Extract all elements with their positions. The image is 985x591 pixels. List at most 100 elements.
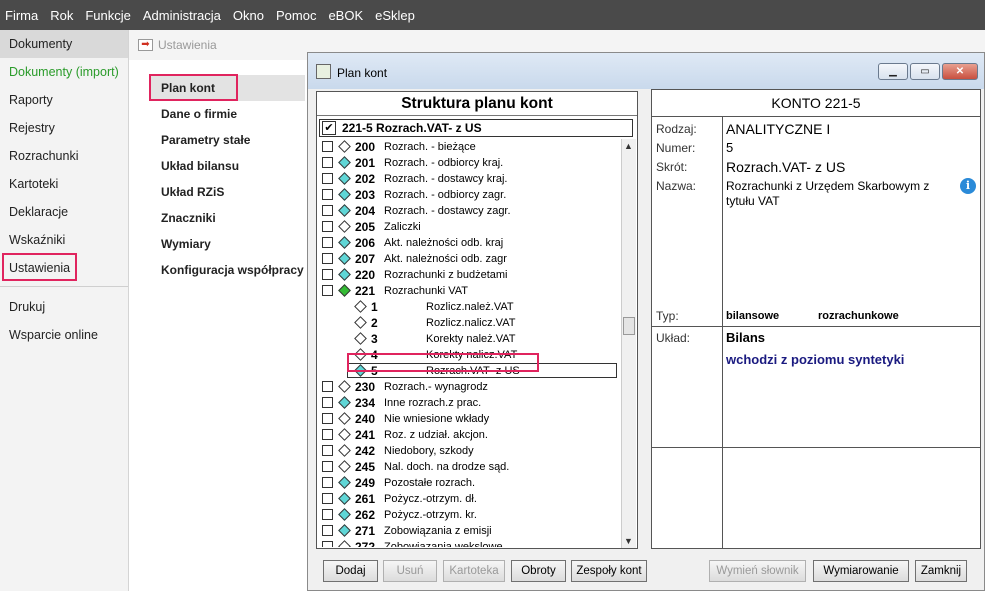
sidebar-item-wskazniki[interactable]: Wskaźniki: [0, 226, 128, 254]
account-name: Akt. należności odb. zagr: [384, 253, 507, 265]
tree-row[interactable]: 230 Rozrach.- wynagrodz: [317, 379, 621, 395]
tree-row[interactable]: 200 Rozrach. - bieżące: [317, 139, 621, 155]
tree-row[interactable]: 202 Rozrach. - dostawcy kraj.: [317, 171, 621, 187]
sidebar-item-wsparcie-online[interactable]: Wsparcie online: [0, 321, 128, 349]
tree-row[interactable]: 207 Akt. należności odb. zagr: [317, 251, 621, 267]
row-checkbox[interactable]: [322, 525, 333, 536]
tree-row[interactable]: 271 Zobowiązania z emisji: [317, 523, 621, 539]
nazwa-label: Nazwa:: [656, 179, 697, 193]
tree-row[interactable]: 240 Nie wniesione wkłady: [317, 411, 621, 427]
dodaj-button[interactable]: Dodaj: [323, 560, 378, 582]
tree-row[interactable]: 206 Akt. należności odb. kraj: [317, 235, 621, 251]
row-checkbox[interactable]: [322, 541, 333, 547]
sidebar-item-dokumenty-import[interactable]: Dokumenty (import): [0, 58, 128, 86]
settings-item-uklad-rzis[interactable]: Układ RZiS: [161, 185, 224, 199]
menu-okno[interactable]: Okno: [227, 8, 270, 23]
menu-esklep[interactable]: eSklep: [369, 8, 421, 23]
settings-item-wymiary[interactable]: Wymiary: [161, 237, 211, 251]
checkmark-icon: ✔: [322, 121, 336, 135]
row-checkbox[interactable]: [322, 205, 333, 216]
minimize-button[interactable]: ▁: [878, 63, 908, 80]
row-checkbox[interactable]: [322, 173, 333, 184]
typ-rozrachunkowe: rozrachunkowe: [818, 310, 899, 322]
sidebar-item-raporty[interactable]: Raporty: [0, 86, 128, 114]
tree-row[interactable]: 249 Pozostałe rozrach.: [317, 475, 621, 491]
row-checkbox[interactable]: [322, 477, 333, 488]
row-checkbox[interactable]: [322, 445, 333, 456]
account-node-icon: [338, 428, 351, 441]
row-checkbox[interactable]: [322, 253, 333, 264]
tree-row[interactable]: 3 Korekty należ.VAT: [317, 331, 621, 347]
tree-row[interactable]: 203 Rozrach. - odbiorcy zagr.: [317, 187, 621, 203]
tree-row[interactable]: 245 Nal. doch. na drodze sąd.: [317, 459, 621, 475]
scroll-thumb[interactable]: [623, 317, 635, 335]
settings-item-znaczniki[interactable]: Znaczniki: [161, 211, 216, 225]
tree-row[interactable]: 2 Rozlicz.nalicz.VAT: [317, 315, 621, 331]
menu-firma[interactable]: Firma: [0, 8, 44, 23]
row-checkbox[interactable]: [322, 141, 333, 152]
account-number: 271: [355, 524, 376, 538]
settings-item-konfiguracja[interactable]: Konfiguracja współpracy: [161, 263, 304, 277]
zespoly-kont-button[interactable]: Zespoły kont: [571, 560, 647, 582]
tree-row[interactable]: 205 Zaliczki: [317, 219, 621, 235]
sidebar-item-kartoteki[interactable]: Kartoteki: [0, 170, 128, 198]
tree-row[interactable]: 221 Rozrachunki VAT: [317, 283, 621, 299]
tree-row[interactable]: 234 Inne rozrach.z prac.: [317, 395, 621, 411]
account-number: 241: [355, 428, 376, 442]
settings-item-dane-o-firmie[interactable]: Dane o firmie: [161, 107, 237, 121]
usun-button[interactable]: Usuń: [383, 560, 437, 582]
uklad-value: Bilans: [726, 330, 766, 345]
info-icon[interactable]: i: [960, 178, 976, 194]
row-checkbox[interactable]: [322, 157, 333, 168]
row-checkbox[interactable]: [322, 269, 333, 280]
close-button[interactable]: ✕: [942, 63, 978, 80]
menu-rok[interactable]: Rok: [44, 8, 79, 23]
menu-pomoc[interactable]: Pomoc: [270, 8, 322, 23]
sidebar-item-dokumenty[interactable]: Dokumenty: [0, 30, 128, 58]
tree-scrollbar[interactable]: ▲ ▼: [621, 139, 636, 548]
kartoteka-button[interactable]: Kartoteka: [443, 560, 505, 582]
tree-row[interactable]: 1 Rozlicz.należ.VAT: [317, 299, 621, 315]
tree-row[interactable]: 261 Pożycz.-otrzym. dł.: [317, 491, 621, 507]
menu-ebok[interactable]: eBOK: [322, 8, 369, 23]
obroty-button[interactable]: Obroty: [511, 560, 566, 582]
menu-funkcje[interactable]: Funkcje: [79, 8, 137, 23]
row-checkbox[interactable]: [322, 397, 333, 408]
row-checkbox[interactable]: [322, 413, 333, 424]
menu-administracja[interactable]: Administracja: [137, 8, 227, 23]
settings-item-uklad-bilansu[interactable]: Układ bilansu: [161, 159, 239, 173]
maximize-button[interactable]: ▭: [910, 63, 940, 80]
wymien-slownik-button[interactable]: Wymień słownik: [709, 560, 806, 582]
window-titlebar[interactable]: Plan kont ▁ ▭ ✕: [308, 53, 984, 89]
account-number: 221: [355, 284, 376, 298]
scroll-up-icon[interactable]: ▲: [624, 141, 633, 151]
tree-row[interactable]: 272 Zobowiązania wekslowe: [317, 539, 621, 547]
row-checkbox[interactable]: [322, 221, 333, 232]
row-checkbox[interactable]: [322, 493, 333, 504]
settings-item-parametry-stale[interactable]: Parametry stałe: [161, 133, 250, 147]
tree-row[interactable]: 201 Rozrach. - odbiorcy kraj.: [317, 155, 621, 171]
scroll-down-icon[interactable]: ▼: [624, 536, 633, 546]
sidebar-item-drukuj[interactable]: Drukuj: [0, 293, 128, 321]
sidebar-item-deklaracje[interactable]: Deklaracje: [0, 198, 128, 226]
sidebar-item-rozrachunki[interactable]: Rozrachunki: [0, 142, 128, 170]
row-checkbox[interactable]: [322, 237, 333, 248]
tree-row[interactable]: 220 Rozrachunki z budżetami: [317, 267, 621, 283]
tree-row[interactable]: 241 Roz. z udział. akcjon.: [317, 427, 621, 443]
row-checkbox[interactable]: [322, 285, 333, 296]
tree-row[interactable]: 204 Rozrach. - dostawcy zagr.: [317, 203, 621, 219]
account-number: 202: [355, 172, 376, 186]
zamknij-button[interactable]: Zamknij: [915, 560, 967, 582]
row-checkbox[interactable]: [322, 429, 333, 440]
row-checkbox[interactable]: [322, 381, 333, 392]
row-checkbox[interactable]: [322, 461, 333, 472]
sidebar-item-rejestry[interactable]: Rejestry: [0, 114, 128, 142]
row-checkbox[interactable]: [322, 509, 333, 520]
nazwa-value: Rozrachunki z Urzędem Skarbowym z tytułu…: [726, 179, 930, 208]
tree-row[interactable]: 262 Pożycz.-otrzym. kr.: [317, 507, 621, 523]
row-checkbox[interactable]: [322, 189, 333, 200]
account-node-icon: [338, 444, 351, 457]
tree-row[interactable]: 242 Niedobory, szkody: [317, 443, 621, 459]
wymiarowanie-button[interactable]: Wymiarowanie: [813, 560, 909, 582]
window-app-icon: [316, 64, 331, 79]
